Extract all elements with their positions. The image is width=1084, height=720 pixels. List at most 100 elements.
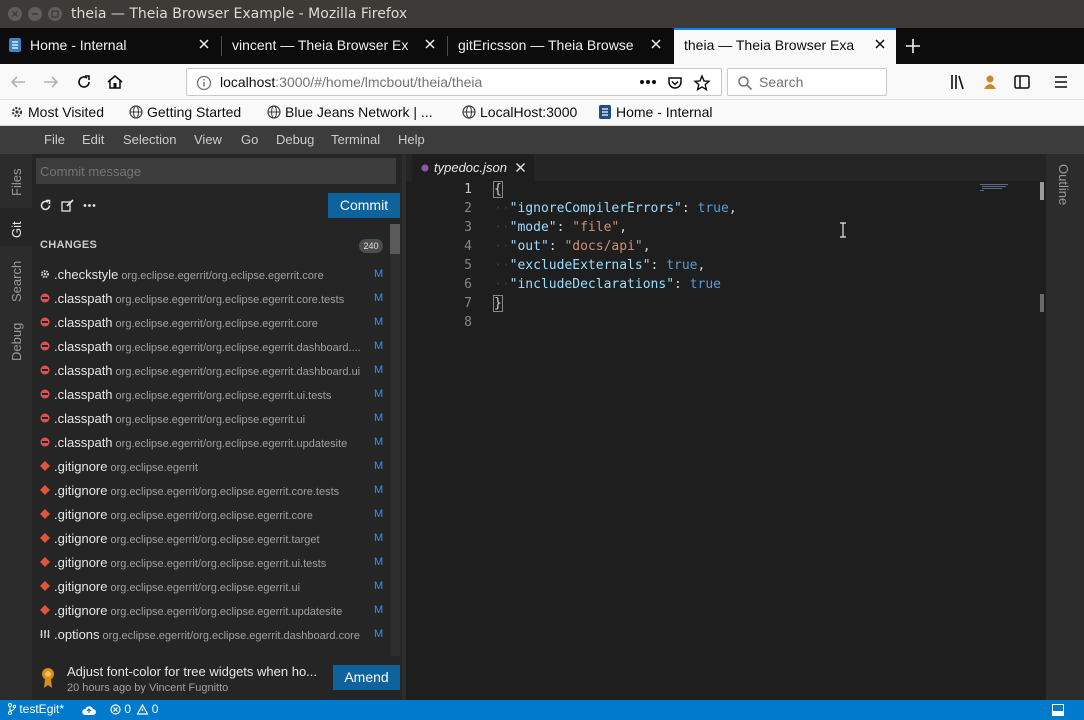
cloud-upload-icon[interactable] [81, 704, 97, 716]
change-row[interactable]: .gitignore org.eclipse.egerrit/org.eclips… [32, 575, 390, 599]
classpath-icon [40, 341, 50, 351]
hamburger-menu-icon[interactable] [1052, 73, 1070, 91]
side-tab-files[interactable]: Files [0, 154, 32, 208]
minimap[interactable] [980, 182, 1008, 192]
commit-message-input[interactable] [36, 158, 396, 184]
commit-button[interactable]: Commit [328, 193, 400, 218]
close-window-icon[interactable] [8, 7, 22, 21]
amend-button[interactable]: Amend [333, 665, 400, 690]
more-icon[interactable] [83, 199, 96, 212]
text-cursor-icon [840, 222, 846, 238]
change-row[interactable]: .classpath org.eclipse.egerrit/org.eclips… [32, 335, 390, 359]
library-icon[interactable] [949, 73, 967, 91]
bookmark-most-visited[interactable]: Most Visited [10, 104, 104, 120]
url-bar[interactable]: localhost:3000/#/home/lmcbout/theia/thei… [186, 68, 722, 96]
close-tab-icon[interactable] [196, 36, 212, 52]
forward-icon[interactable] [42, 73, 60, 91]
change-text: .gitignore org.eclipse.egerrit/org.eclips… [54, 482, 372, 500]
change-file-name: .gitignore [54, 579, 108, 594]
reload-icon[interactable] [75, 73, 93, 91]
menu-edit[interactable]: Edit [82, 132, 104, 147]
refresh-icon[interactable] [39, 199, 52, 212]
change-row[interactable]: .classpath org.eclipse.egerrit/org.eclips… [32, 311, 390, 335]
git-branch[interactable]: testEgit* [8, 702, 64, 716]
change-row[interactable]: .gitignore org.eclipse.egerrit/org.eclips… [32, 599, 390, 623]
close-tab-icon[interactable] [648, 36, 664, 52]
page-actions-icon[interactable] [639, 79, 657, 85]
change-row[interactable]: .classpath org.eclipse.egerrit/org.eclips… [32, 407, 390, 431]
menu-selection[interactable]: Selection [123, 132, 176, 147]
bookmark-blue-jeans[interactable]: Blue Jeans Network | ... [267, 104, 433, 120]
editor-tab-typedoc[interactable]: typedoc.json [412, 154, 534, 181]
side-tab-git[interactable]: Git [0, 208, 32, 246]
info-icon[interactable] [196, 75, 212, 91]
browser-tab-gitericsson[interactable]: gitEricsson — Theia Browse [448, 28, 672, 64]
code-line: 4 ··"out": "docs/api", [406, 239, 1046, 258]
change-row[interactable]: .options org.eclipse.egerrit/org.eclipse.… [32, 623, 390, 647]
error-icon [110, 704, 121, 715]
code-token: "includeDeclarations" [509, 277, 675, 292]
maximize-window-icon[interactable] [48, 7, 62, 21]
json-file-icon [421, 164, 429, 172]
change-row[interactable]: .classpath org.eclipse.egerrit/org.eclips… [32, 287, 390, 311]
bookmark-localhost[interactable]: LocalHost:3000 [462, 104, 577, 120]
side-tab-outline[interactable]: Outline [1049, 154, 1081, 214]
bookmark-star-icon[interactable] [693, 74, 711, 92]
browser-tab-vincent[interactable]: vincent — Theia Browser Ex [222, 28, 446, 64]
problems-indicator[interactable]: 0 0 [110, 702, 158, 716]
change-row[interactable]: .classpath org.eclipse.egerrit/org.eclips… [32, 383, 390, 407]
change-row[interactable]: .gitignore org.eclipse.egerrit/org.eclips… [32, 527, 390, 551]
change-row[interactable]: .checkstyle org.eclipse.egerrit/org.eclip… [32, 263, 390, 287]
home-icon[interactable] [106, 73, 124, 91]
code-line: 8 [406, 315, 1046, 334]
bookmark-home-internal[interactable]: Home - Internal [598, 104, 712, 120]
back-icon[interactable] [9, 73, 27, 91]
pocket-icon[interactable] [666, 74, 684, 92]
line-content: ··"out": "docs/api", [494, 239, 651, 254]
change-row[interactable]: .gitignore org.eclipse.egerrit/org.eclips… [32, 551, 390, 575]
git-panel: Commit CHANGES 240 .checkstyleorg.eclips… [32, 154, 402, 700]
search-input[interactable]: Search [759, 74, 803, 90]
change-row[interactable]: .gitignore org.eclipse.egerrit/org.eclips… [32, 479, 390, 503]
line-number: 4 [464, 239, 472, 254]
code-token: "excludeExternals" [509, 258, 651, 273]
minimize-window-icon[interactable] [28, 7, 42, 21]
code-token: , [619, 220, 628, 235]
sidebar-icon[interactable] [1013, 73, 1031, 91]
close-tab-icon[interactable] [422, 36, 438, 52]
close-tab-icon[interactable] [872, 36, 888, 52]
git-panel-scrollbar[interactable] [390, 224, 400, 656]
menu-view[interactable]: View [194, 132, 222, 147]
browser-tab-theia[interactable]: theia — Theia Browser Exa [674, 28, 896, 64]
code-token: ·· [494, 277, 510, 292]
menu-file[interactable]: File [44, 132, 65, 147]
change-row[interactable]: .classpath org.eclipse.egerrit/org.eclips… [32, 359, 390, 383]
edit-icon[interactable] [61, 199, 74, 212]
menu-go[interactable]: Go [241, 132, 258, 147]
line-number: 7 [464, 296, 472, 311]
side-tab-search[interactable]: Search [0, 249, 32, 309]
change-text: .classpath org.eclipse.egerrit/org.eclips… [54, 386, 372, 404]
menu-debug[interactable]: Debug [276, 132, 314, 147]
panel-toggle-icon[interactable] [1052, 704, 1064, 716]
change-row[interactable]: .classpath org.eclipse.egerrit/org.eclips… [32, 431, 390, 455]
code-line: 2 ··"ignoreCompilerErrors": true, [406, 201, 1046, 220]
side-tab-debug[interactable]: Debug [0, 314, 32, 364]
page-icon [9, 38, 21, 52]
git-icon [40, 533, 50, 543]
menu-help[interactable]: Help [398, 132, 425, 147]
search-icon [738, 76, 753, 91]
bookmark-getting-started[interactable]: Getting Started [129, 104, 241, 120]
change-file-name: .gitignore [54, 483, 108, 498]
new-tab-icon[interactable] [904, 37, 922, 55]
change-status: M [374, 388, 384, 400]
change-text: .classpath org.eclipse.egerrit/org.eclips… [54, 338, 372, 356]
close-editor-tab-icon[interactable] [515, 162, 526, 173]
menu-terminal[interactable]: Terminal [331, 132, 380, 147]
extension-icon[interactable] [981, 73, 999, 91]
change-file-name: .classpath [54, 339, 113, 354]
search-bar[interactable]: Search [727, 68, 887, 96]
change-row[interactable]: .gitignore org.eclipse.egerrit M [32, 455, 390, 479]
change-row[interactable]: .gitignore org.eclipse.egerrit/org.eclips… [32, 503, 390, 527]
browser-tab-home-internal[interactable]: Home - Internal [0, 28, 220, 64]
